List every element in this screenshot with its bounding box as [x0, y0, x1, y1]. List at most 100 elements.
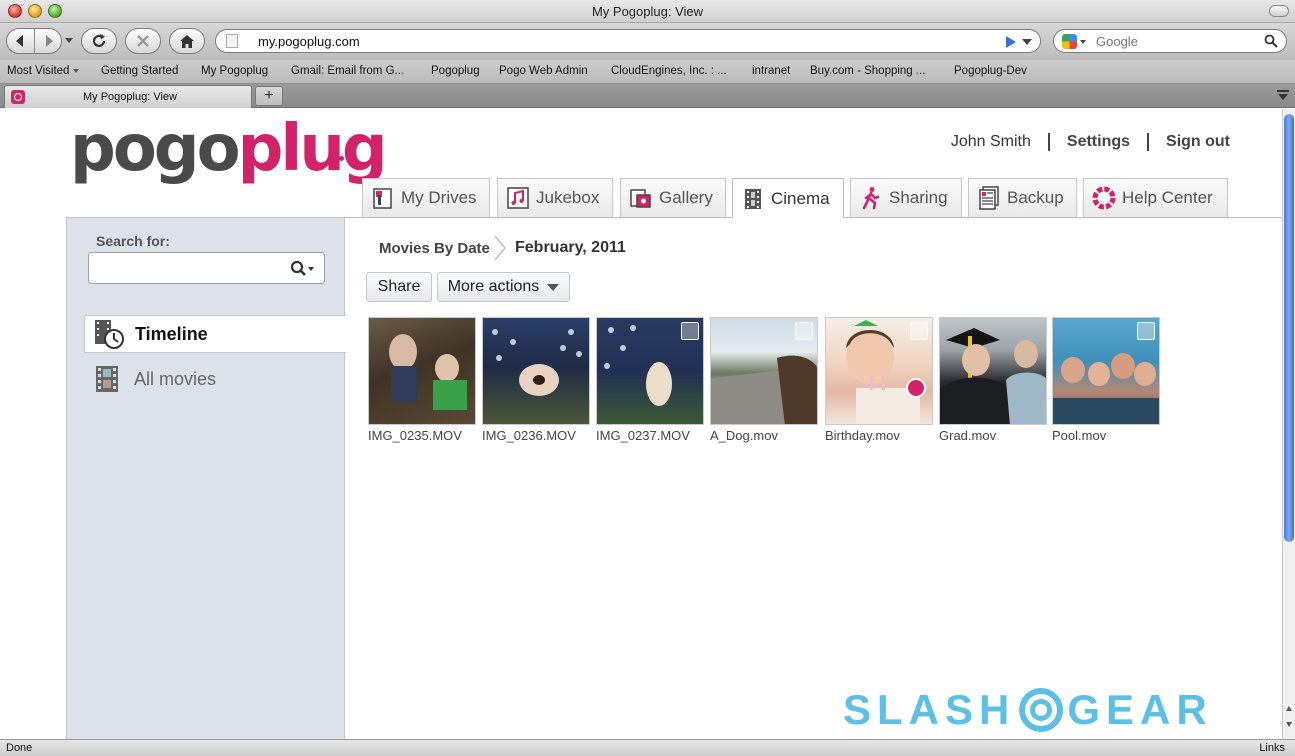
movie-item[interactable]: Grad.mov	[939, 317, 1047, 443]
google-icon[interactable]	[1062, 34, 1077, 49]
select-checkbox[interactable]	[681, 322, 699, 340]
tab-list-icon[interactable]	[1277, 90, 1289, 101]
toolbar-toggle-button[interactable]	[1269, 5, 1289, 17]
chevron-down-icon	[73, 68, 80, 73]
bookmark-most-visited[interactable]: Most Visited	[7, 65, 80, 77]
watermark-text-right: GEAR	[1067, 686, 1213, 733]
more-actions-button[interactable]: More actions	[437, 272, 570, 302]
new-tab-button[interactable]: +	[255, 86, 283, 106]
share-button-label: Share	[377, 278, 421, 295]
home-button[interactable]	[169, 28, 205, 54]
tab-cinema[interactable]: Cinema	[732, 178, 844, 218]
back-icon[interactable]	[12, 33, 28, 49]
user-nav: John Smith Settings Sign out	[951, 129, 1230, 155]
movie-filename: Birthday.mov	[825, 428, 900, 443]
tab-jukebox[interactable]: Jukebox	[497, 178, 613, 217]
movie-thumbnail[interactable]	[482, 317, 590, 425]
forward-icon[interactable]	[41, 33, 57, 49]
share-button[interactable]: Share	[366, 272, 432, 302]
select-checkbox[interactable]	[1137, 322, 1155, 340]
movie-filename: IMG_0237.MOV	[596, 428, 690, 443]
tab-label: Sharing	[889, 188, 948, 207]
url-bar[interactable]: my.pogoplug.com	[215, 29, 1041, 53]
movie-item[interactable]: IMG_0237.MOV	[596, 317, 704, 443]
pogoplug-logo[interactable]: pogoplug	[70, 112, 388, 186]
settings-link[interactable]: Settings	[1047, 133, 1147, 151]
tab-help-center[interactable]: Help Center	[1083, 178, 1228, 217]
tab-label: Help Center	[1122, 188, 1213, 207]
sidebar-item-all-movies[interactable]: All movies	[84, 360, 345, 398]
breadcrumb-current: February, 2011	[515, 239, 626, 256]
search-engine-dropdown-icon[interactable]	[1080, 40, 1086, 44]
reload-icon	[92, 34, 106, 47]
search-icon[interactable]	[1264, 34, 1278, 48]
scroll-up-icon[interactable]	[1286, 706, 1292, 711]
stop-button[interactable]	[125, 28, 161, 54]
history-dropdown-icon[interactable]	[65, 38, 73, 43]
movie-filename: Grad.mov	[939, 428, 997, 443]
tab-label: My Drives	[401, 188, 477, 207]
bookmark-pogoplug[interactable]: Pogoplug	[431, 65, 480, 77]
bookmark-pogo-web-admin[interactable]: Pogo Web Admin	[499, 65, 588, 77]
scroll-down-icon[interactable]	[1286, 722, 1292, 727]
movie-filename: IMG_0235.MOV	[368, 428, 462, 443]
scrollbar-thumb[interactable]	[1284, 114, 1294, 542]
bookmark-cloudengines[interactable]: CloudEngines, Inc. : ...	[611, 65, 727, 77]
bookmarks-bar: Most Visited Getting Started My Pogoplug…	[0, 60, 1295, 84]
bookmark-getting-started[interactable]: Getting Started	[101, 65, 178, 77]
web-search-placeholder: Google	[1096, 34, 1138, 49]
bookmark-intranet[interactable]: intranet	[752, 65, 790, 77]
tab-sharing[interactable]: Sharing	[850, 178, 962, 217]
movie-item[interactable]: Pool.mov	[1052, 317, 1160, 443]
film-clock-icon	[95, 320, 124, 349]
slashgear-watermark: SLASH GEAR	[843, 686, 1213, 734]
tab-my-drives[interactable]: My Drives	[362, 178, 490, 217]
breadcrumb-parent[interactable]: Movies By Date	[379, 240, 490, 257]
tab-backup[interactable]: Backup	[968, 178, 1077, 217]
bookmark-buy-com[interactable]: Buy.com - Shopping ...	[810, 65, 925, 77]
chevron-right-icon	[494, 235, 506, 261]
web-search-box[interactable]: Google	[1053, 29, 1287, 53]
sign-out-link[interactable]: Sign out	[1147, 133, 1230, 151]
select-checkbox[interactable]	[795, 322, 813, 340]
pogoplug-favicon-icon	[11, 90, 25, 104]
home-icon	[180, 34, 194, 48]
movie-thumbnail[interactable]	[710, 317, 818, 425]
movie-item[interactable]: IMG_0235.MOV	[368, 317, 476, 443]
url-history-dropdown-icon[interactable]	[1022, 39, 1032, 45]
stop-icon	[137, 35, 149, 47]
logo-dot	[339, 156, 344, 161]
window-title: My Pogoplug: View	[591, 4, 704, 19]
tab-label: Cinema	[771, 188, 830, 208]
drive-icon	[373, 188, 392, 209]
movie-thumbnail[interactable]	[825, 317, 933, 425]
movie-item[interactable]: A_Dog.mov	[710, 317, 818, 443]
vertical-scrollbar[interactable]	[1282, 109, 1295, 739]
browser-tab[interactable]: My Pogoplug: View	[4, 85, 252, 108]
movie-thumbnail[interactable]	[1052, 317, 1160, 425]
user-name: John Smith	[950, 133, 1031, 150]
reload-button[interactable]	[81, 28, 117, 54]
bookmark-gmail[interactable]: Gmail: Email from G...	[291, 65, 404, 77]
bookmark-my-pogoplug[interactable]: My Pogoplug	[201, 65, 268, 77]
select-checkbox[interactable]	[910, 322, 928, 340]
logo-text-pogo: pogo	[70, 112, 241, 186]
backup-icon	[979, 186, 999, 210]
sidebar-item-timeline[interactable]: Timeline	[84, 315, 346, 353]
window-titlebar: My Pogoplug: View	[0, 0, 1295, 23]
tab-gallery[interactable]: Gallery	[620, 178, 726, 217]
movie-thumbnail[interactable]	[368, 317, 476, 425]
movie-item[interactable]: IMG_0236.MOV	[482, 317, 590, 443]
go-arrow-icon[interactable]	[1006, 36, 1016, 48]
url-text[interactable]: my.pogoplug.com	[258, 34, 360, 49]
movie-thumbnail[interactable]	[939, 317, 1047, 425]
page-content: pogoplug John Smith Settings Sign out My…	[0, 109, 1282, 739]
sidebar-item-label: All movies	[134, 368, 217, 389]
bookmark-pogoplug-dev[interactable]: Pogoplug-Dev	[954, 65, 1027, 77]
sidebar: Search for: Timeline All movies	[66, 217, 346, 739]
movie-item[interactable]: Birthday.mov	[825, 317, 933, 443]
movie-thumbnail[interactable]	[596, 317, 704, 425]
photo-icon	[630, 189, 651, 208]
search-options-button[interactable]	[290, 260, 316, 283]
movie-filename: A_Dog.mov	[710, 428, 778, 443]
